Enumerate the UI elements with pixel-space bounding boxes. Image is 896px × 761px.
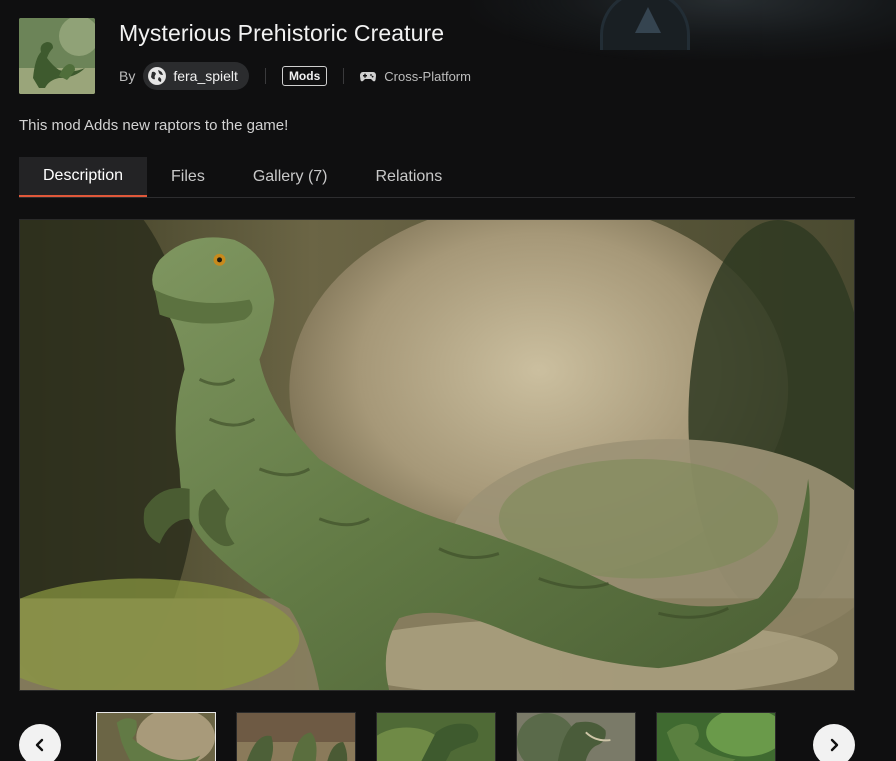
by-label: By [119, 68, 136, 84]
gallery-prev-button[interactable] [19, 724, 61, 761]
tab-gallery[interactable]: Gallery (7) [229, 157, 352, 197]
header-banner-art [470, 0, 896, 60]
gallery-thumbnail-strip [0, 712, 896, 761]
gallery-main-image[interactable] [19, 219, 855, 691]
mod-title: Mysterious Prehistoric Creature [119, 20, 445, 46]
globe-avatar-icon [148, 67, 166, 85]
banner-arch-decoration [600, 0, 690, 50]
mod-thumbnail [19, 18, 95, 94]
gallery-thumb-2[interactable] [236, 712, 356, 761]
author-name: fera_spielt [173, 68, 238, 84]
author-avatar [148, 67, 167, 85]
tab-files[interactable]: Files [147, 157, 229, 197]
tab-description[interactable]: Description [19, 157, 148, 197]
mod-summary: This mod Adds new raptors to the game! [19, 117, 289, 134]
chevron-left-icon [35, 738, 44, 752]
mod-meta-row: By fera_spielt Mods Cross-Platform [119, 62, 471, 90]
category-tag[interactable]: Mods [281, 66, 328, 86]
platform-info: Cross-Platform [360, 69, 471, 84]
gamepad-icon [360, 72, 377, 82]
meta-divider [343, 68, 345, 84]
gallery-thumb-1[interactable] [96, 712, 216, 761]
author-link[interactable]: fera_spielt [143, 62, 249, 90]
mod-tabs: Description Files Gallery (7) Relations [19, 157, 855, 198]
gallery-thumb-5[interactable] [656, 712, 776, 761]
gallery-next-button[interactable] [813, 724, 855, 761]
tab-relations[interactable]: Relations [352, 157, 467, 197]
meta-divider [264, 68, 266, 84]
gallery-thumb-4[interactable] [516, 712, 636, 761]
mod-page: Mysterious Prehistoric Creature By fera_… [0, 0, 896, 761]
gallery-thumb-3[interactable] [376, 712, 496, 761]
chevron-right-icon [830, 738, 839, 752]
platform-label: Cross-Platform [384, 68, 471, 84]
